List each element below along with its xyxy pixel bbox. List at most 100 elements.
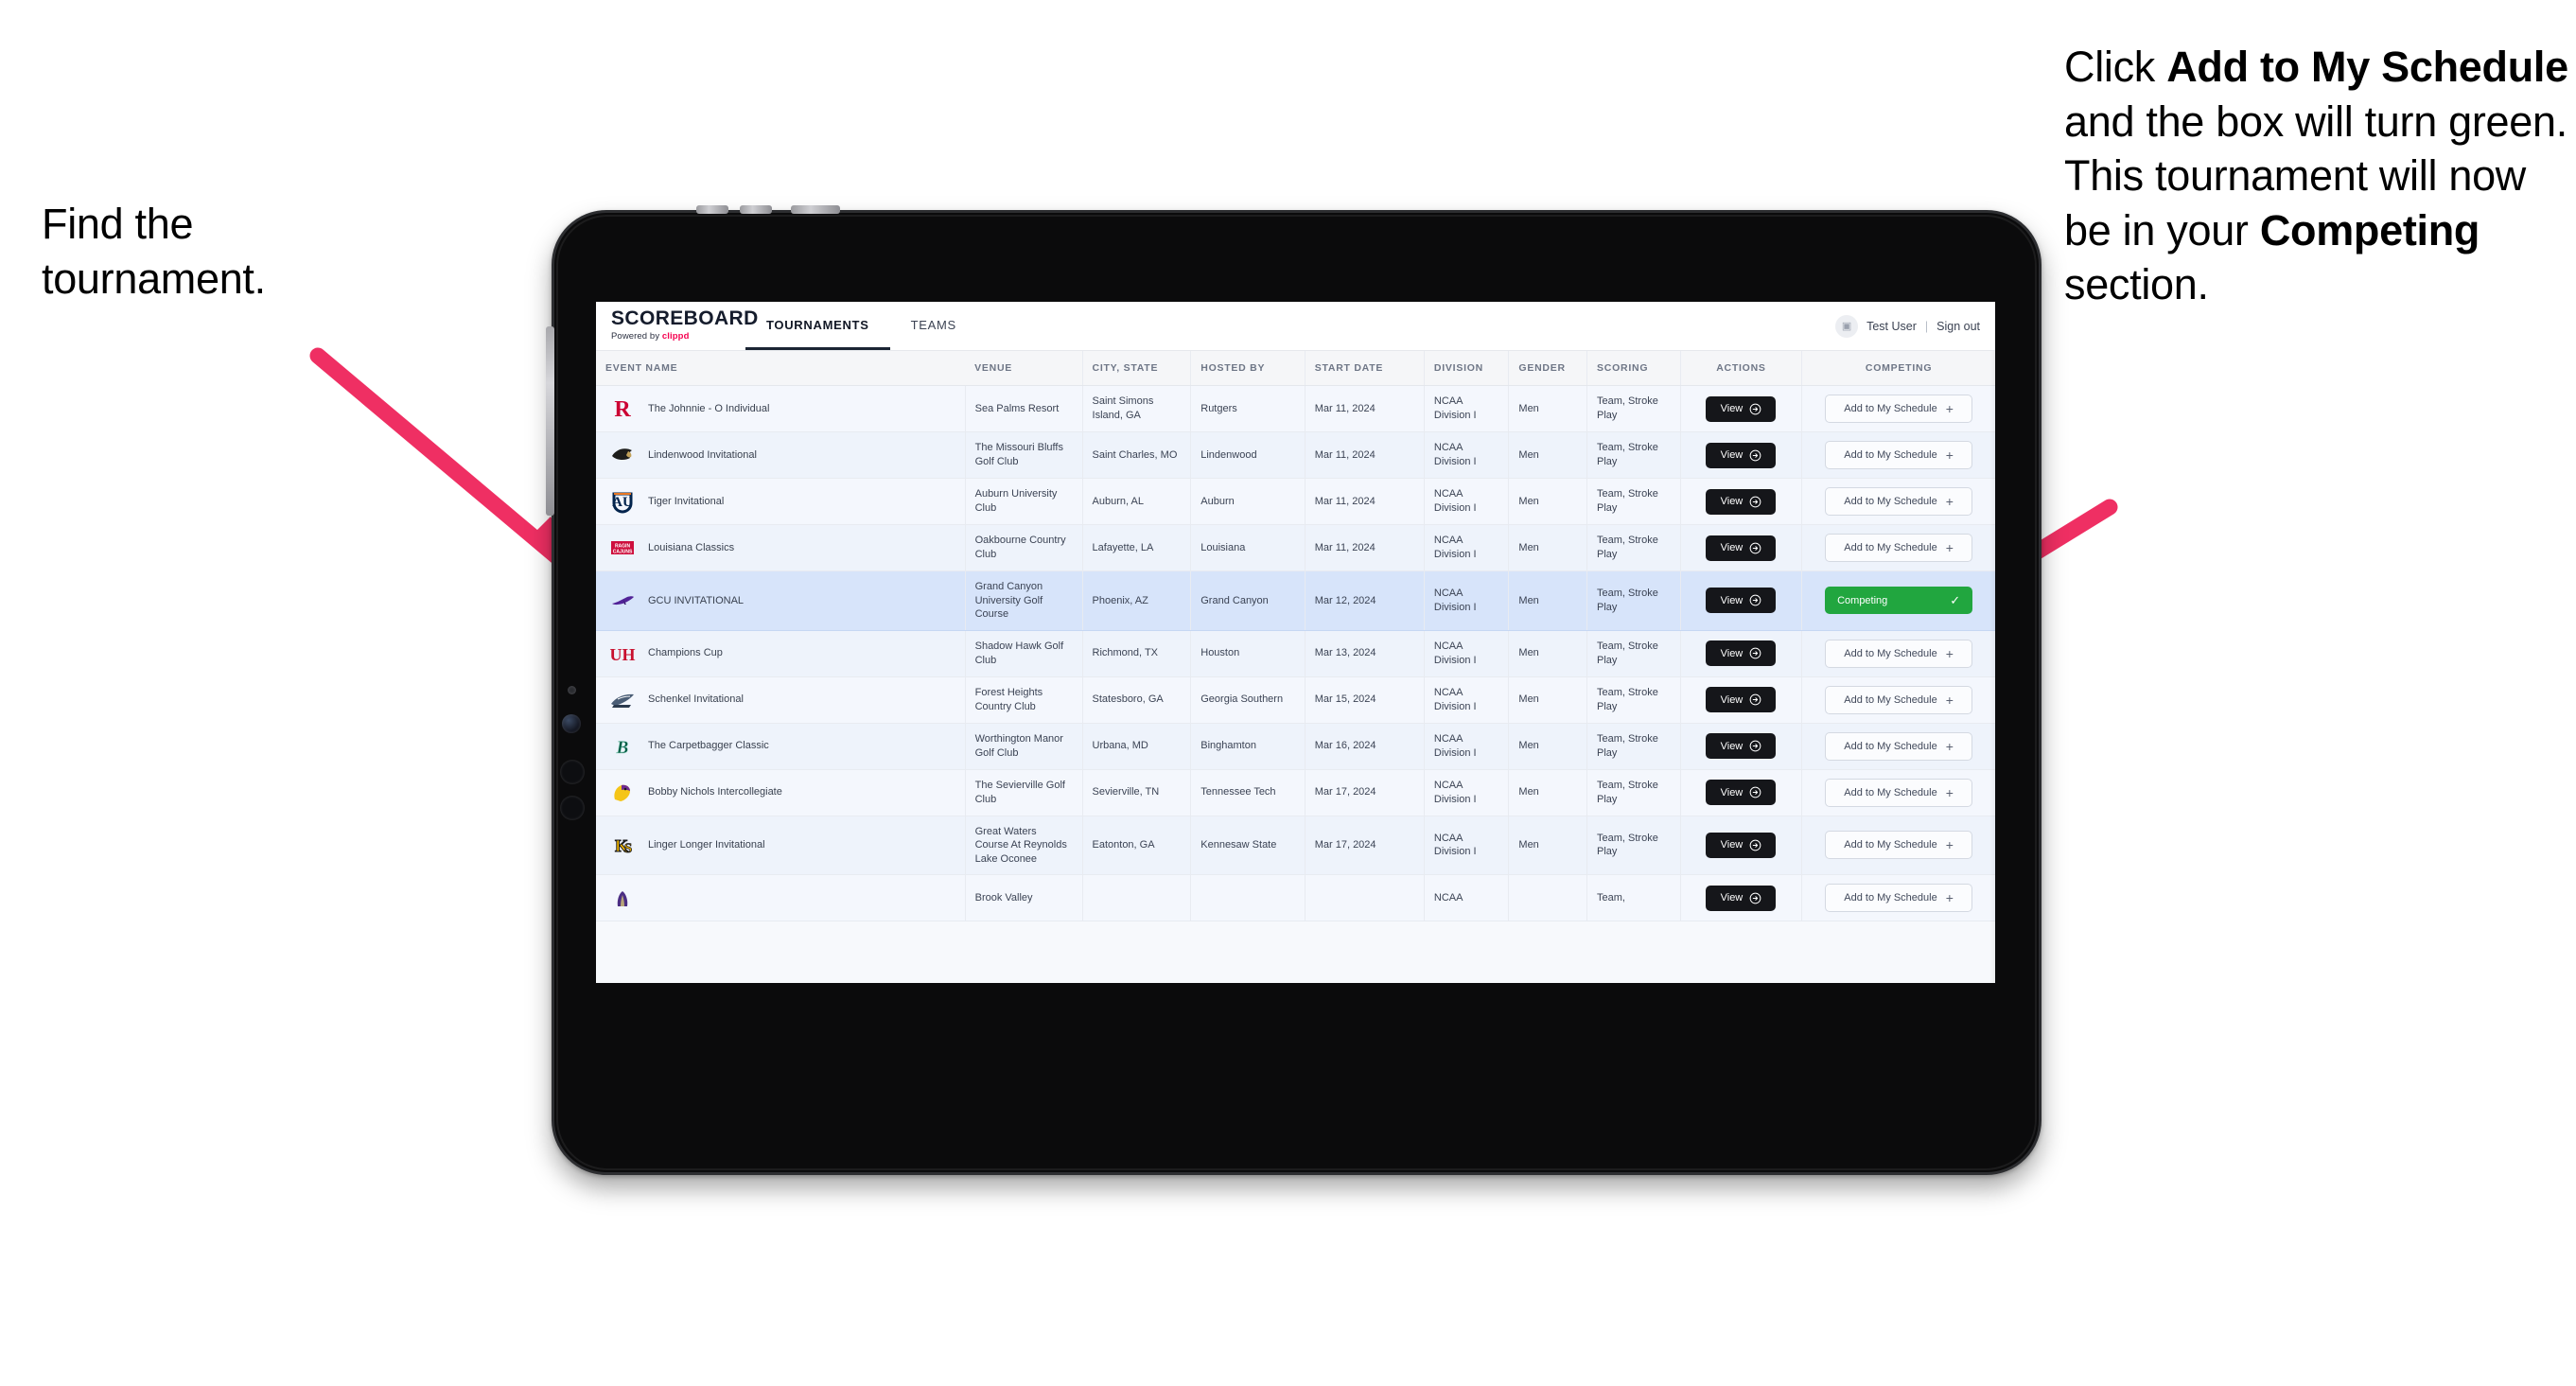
cell-actions: View (1680, 478, 1803, 525)
arrow-circle-right-icon (1749, 647, 1761, 659)
table-row[interactable]: K S Linger Longer Invitational Great Waters… (596, 816, 1995, 876)
tournaments-table-container[interactable]: EVENT NAME VENUE CITY, STATE HOSTED BY S… (596, 351, 1995, 983)
view-button-label: View (1720, 496, 1744, 507)
view-button[interactable]: View (1706, 780, 1777, 806)
column-header-scoring[interactable]: SCORING (1586, 351, 1681, 386)
table-row[interactable]: GCU INVITATIONAL Grand Canyon University … (596, 570, 1995, 631)
view-button[interactable]: View (1706, 640, 1777, 667)
cell-event-name: AU Tiger Invitational (596, 478, 966, 525)
plus-icon: + (1945, 540, 1954, 555)
table-row[interactable]: B B The Carpetbagger Classic Worthington Ma… (596, 723, 1995, 770)
brand-logo[interactable]: SCOREBOARD Powered by clippd (596, 302, 759, 350)
cell-scoring: Team, Stroke Play (1586, 431, 1681, 479)
add-to-my-schedule-button[interactable]: Add to My Schedule + (1825, 884, 1973, 913)
add-to-my-schedule-button[interactable]: Add to My Schedule + (1825, 487, 1973, 516)
table-row[interactable]: Lindenwood Invitational The Missouri Bluf… (596, 431, 1995, 479)
cell-venue: Great Waters Course At Reynolds Lake Oco… (965, 816, 1083, 876)
table-row[interactable]: Brook Valley NCAA Team, View Add to My Sched… (596, 874, 1995, 922)
cell-hosted-by: Auburn (1190, 478, 1306, 525)
sign-out-link[interactable]: Sign out (1936, 320, 1980, 333)
view-button[interactable]: View (1706, 832, 1777, 858)
plus-icon: + (1945, 890, 1954, 906)
cell-event-name: UH Champions Cup (596, 630, 966, 677)
add-to-my-schedule-button[interactable]: Add to My Schedule + (1825, 534, 1973, 562)
volume-down-button[interactable] (740, 205, 772, 214)
add-to-my-schedule-button[interactable]: Add to My Schedule + (1825, 831, 1973, 860)
arrow-circle-right-icon (1749, 786, 1761, 798)
column-header-gender[interactable]: GENDER (1508, 351, 1588, 386)
houston-logo: UH (609, 641, 636, 666)
cell-division: NCAA Division I (1424, 478, 1510, 525)
add-to-my-schedule-label: Add to My Schedule (1844, 449, 1937, 461)
competing-button[interactable]: Competing ✓ (1825, 587, 1973, 615)
cell-start-date: Mar 17, 2024 (1305, 769, 1425, 816)
view-button[interactable]: View (1706, 442, 1777, 468)
arrow-circle-right-icon (1749, 693, 1761, 706)
cell-actions: View (1680, 723, 1803, 770)
cell-gender: Men (1508, 570, 1588, 631)
cell-gender (1508, 874, 1588, 922)
add-to-my-schedule-button[interactable]: Add to My Schedule + (1825, 685, 1973, 714)
event-name-label: Tiger Invitational (648, 495, 725, 507)
add-to-my-schedule-button[interactable]: Add to My Schedule + (1825, 395, 1973, 423)
cell-hosted-by: Tennessee Tech (1190, 769, 1306, 816)
view-button-label: View (1720, 449, 1744, 461)
view-button[interactable]: View (1706, 588, 1777, 614)
event-name-label: Linger Longer Invitational (648, 839, 765, 851)
view-button[interactable]: View (1706, 488, 1777, 515)
column-header-venue[interactable]: VENUE (965, 351, 1083, 386)
view-button[interactable]: View (1706, 395, 1777, 422)
tab-tournaments[interactable]: TOURNAMENTS (745, 302, 890, 350)
event-name-label: Bobby Nichols Intercollegiate (648, 786, 782, 798)
cell-hosted-by: Kennesaw State (1190, 816, 1306, 876)
view-button[interactable]: View (1706, 733, 1777, 760)
cell-actions: View (1680, 816, 1803, 876)
column-header-start-date[interactable]: START DATE (1305, 351, 1425, 386)
view-button[interactable]: View (1706, 885, 1777, 911)
add-to-my-schedule-label: Add to My Schedule (1844, 786, 1937, 798)
arrow-circle-right-icon (1749, 594, 1761, 606)
add-to-my-schedule-button[interactable]: Add to My Schedule + (1825, 731, 1973, 761)
table-row[interactable]: RAGIN CAJUNS Louisiana Classics Oakbourne C… (596, 524, 1995, 571)
add-to-my-schedule-button[interactable]: Add to My Schedule + (1825, 639, 1973, 668)
table-row[interactable]: R The Johnnie - O Individual Sea Palms Res… (596, 385, 1995, 432)
annotation-right: Click Add to My Schedule and the box wil… (2064, 40, 2576, 312)
add-to-my-schedule-label: Add to My Schedule (1844, 647, 1937, 659)
georgia-southern-logo (609, 688, 636, 712)
cell-event-name: RAGIN CAJUNS Louisiana Classics (596, 524, 966, 571)
tab-teams[interactable]: TEAMS (890, 302, 977, 350)
plus-icon: + (1945, 837, 1954, 853)
table-row[interactable]: UH Champions Cup Shadow Hawk Golf Club Rich… (596, 630, 1995, 677)
auburn-logo: AU (609, 489, 636, 514)
table-row[interactable]: AU Tiger Invitational Auburn University Cl… (596, 478, 1995, 525)
column-header-competing: COMPETING (1801, 351, 1995, 386)
column-header-division[interactable]: DIVISION (1424, 351, 1510, 386)
binghamton-logo: BB (609, 734, 636, 759)
app-header: SCOREBOARD Powered by clippd TOURNAMENTS… (596, 302, 1995, 351)
view-button[interactable]: View (1706, 687, 1777, 713)
column-header-city-state[interactable]: CITY, STATE (1082, 351, 1192, 386)
column-header-hosted-by[interactable]: HOSTED BY (1190, 351, 1306, 386)
table-row[interactable]: Bobby Nichols Intercollegiate The Sevierv… (596, 769, 1995, 816)
volume-up-button[interactable] (696, 205, 728, 214)
add-to-my-schedule-button[interactable]: Add to My Schedule + (1825, 778, 1973, 807)
tournaments-table: EVENT NAME VENUE CITY, STATE HOSTED BY S… (596, 351, 1995, 922)
avatar[interactable]: ▣ (1835, 314, 1859, 338)
cell-competing: Competing ✓ (1801, 570, 1995, 631)
view-button-label: View (1720, 740, 1744, 752)
brand-title: SCOREBOARD (611, 307, 759, 329)
add-to-my-schedule-label: Add to My Schedule (1844, 892, 1937, 904)
cell-division: NCAA Division I (1424, 816, 1510, 876)
cell-scoring: Team, Stroke Play (1586, 769, 1681, 816)
view-button[interactable]: View (1706, 535, 1777, 561)
arrow-circle-right-icon (1749, 496, 1761, 508)
cell-hosted-by: Georgia Southern (1190, 676, 1306, 724)
table-row[interactable]: Schenkel Invitational Forest Heights Coun… (596, 676, 1995, 724)
column-header-event-name[interactable]: EVENT NAME (596, 351, 966, 386)
cell-city-state: Statesboro, GA (1082, 676, 1192, 724)
power-button[interactable] (791, 205, 840, 214)
plus-icon: + (1945, 738, 1954, 754)
add-to-my-schedule-button[interactable]: Add to My Schedule + (1825, 441, 1973, 469)
cell-competing: Add to My Schedule + (1801, 874, 1995, 922)
cell-actions: View (1680, 431, 1803, 479)
